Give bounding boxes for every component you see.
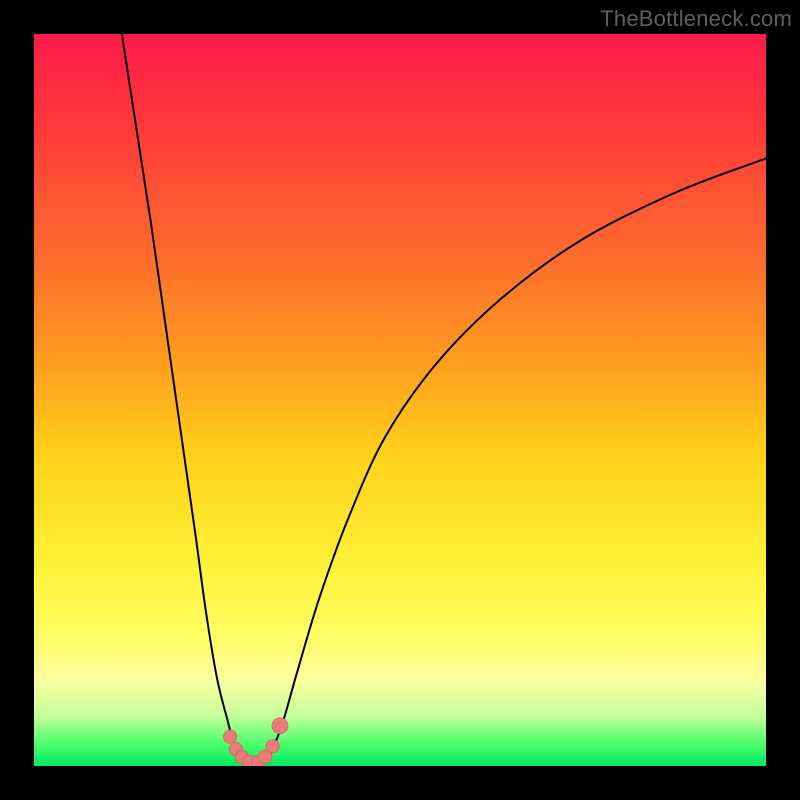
curve-left xyxy=(122,34,235,751)
chart-frame: TheBottleneck.com xyxy=(0,0,800,800)
trough-marker xyxy=(266,740,279,753)
trough-markers xyxy=(223,718,288,766)
chart-svg xyxy=(34,34,766,766)
plot-area xyxy=(34,34,766,766)
curve-right xyxy=(272,158,766,751)
trough-marker xyxy=(223,730,236,743)
watermark-text: TheBottleneck.com xyxy=(600,6,792,32)
trough-marker xyxy=(272,718,288,734)
